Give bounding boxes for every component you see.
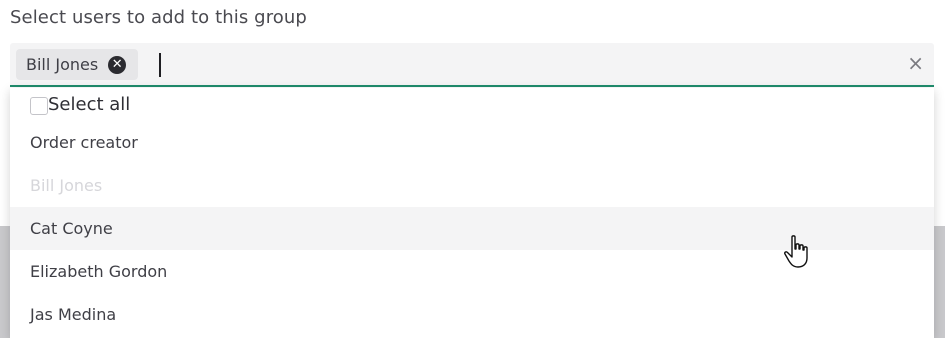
x-circle-icon[interactable]: ✕: [108, 55, 127, 74]
dropdown-option-bill-jones: Bill Jones: [30, 176, 103, 195]
options-dropdown: Select all Order creator Bill Jones Cat …: [10, 88, 934, 338]
dropdown-option-elizabeth-gordon[interactable]: Elizabeth Gordon: [10, 250, 934, 293]
dropdown-option-order-creator[interactable]: Order creator: [10, 121, 934, 164]
text-cursor: [159, 53, 161, 77]
user-multiselect[interactable]: Bill Jones ✕ ×: [10, 43, 934, 87]
select-all-checkbox[interactable]: [30, 97, 48, 115]
dropdown-option-jas-medina[interactable]: Jas Medina: [10, 293, 934, 336]
chip-label: Bill Jones: [26, 55, 99, 74]
field-label: Select users to add to this group: [10, 7, 307, 28]
select-all-option[interactable]: Select all: [10, 88, 934, 121]
selected-user-chip: Bill Jones ✕: [16, 49, 139, 80]
page: Select users to add to this group Bill J…: [0, 0, 945, 338]
dropdown-option-cat-coyne[interactable]: Cat Coyne: [10, 207, 934, 250]
close-icon[interactable]: ×: [907, 53, 924, 73]
select-all-label: Select all: [48, 94, 131, 115]
